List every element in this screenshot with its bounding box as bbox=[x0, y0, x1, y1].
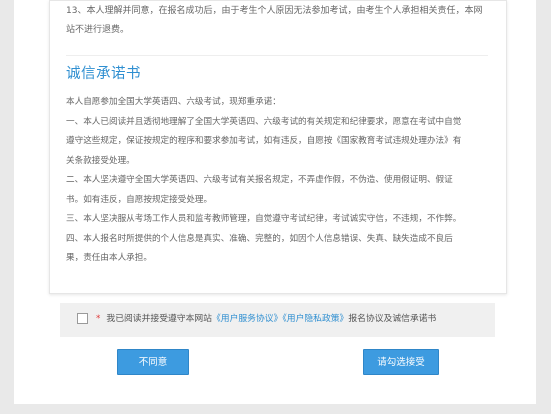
agree-prefix: 我已阅读并接受遵守本网站 bbox=[106, 314, 212, 324]
pledge-line: 三、本人坚决服从考场工作人员和监考教师管理，自觉遵守考试纪律，考试诚实守信，不违… bbox=[66, 214, 462, 225]
agree-label: * 我已阅读并接受遵守本网站《用户服务协议》《用户隐私政策》报名协议及诚信承诺书 bbox=[96, 313, 436, 325]
decline-button[interactable]: 不同意 bbox=[117, 349, 189, 375]
pledge-body: 本人自愿参加全国大学英语四、六级考试，现郑重承诺： 一、本人已阅读并且透彻地理解… bbox=[66, 93, 491, 269]
agreement-panel: 13、本人理解并同意，在报名成功后，由于考生个人原因无法参加考试，由考生个人承担… bbox=[49, 0, 507, 294]
pledge-line: 二、本人坚决遵守全国大学英语四、六级考试有关报名规定，不弄虚作假，不伪造、使用假… bbox=[66, 175, 453, 186]
pledge-line: 一、本人已阅读并且透彻地理解了全国大学英语四、六级考试的有关规定和纪律要求，愿意… bbox=[66, 116, 462, 127]
clause-13-text: 13、本人理解并同意，在报名成功后，由于考生个人原因无法参加考试，由考生个人承担… bbox=[66, 6, 483, 35]
pledge-line: 本人自愿参加全国大学英语四、六级考试，现郑重承诺： bbox=[66, 97, 281, 107]
agree-checkbox[interactable] bbox=[77, 313, 88, 324]
section-divider bbox=[66, 55, 488, 56]
agreement-bar: * 我已阅读并接受遵守本网站《用户服务协议》《用户隐私政策》报名协议及诚信承诺书 bbox=[60, 303, 495, 337]
pledge-line: 果，责任由本人承担。 bbox=[66, 253, 152, 264]
service-agreement-link[interactable]: 《用户服务协议》 bbox=[212, 314, 282, 324]
pledge-line: 四、本人报名时所提供的个人信息是真实、准确、完整的，如因个人信息错误、失真、缺失… bbox=[66, 233, 453, 244]
pledge-line: 书。如有违反，自愿按规定接受处理。 bbox=[66, 194, 213, 205]
pledge-line: 遵守这些规定，保证按规定的程序和要求参加考试，如有违反，自愿按《国家教育考试违规… bbox=[66, 136, 462, 147]
accept-button[interactable]: 请勾选接受 bbox=[363, 349, 439, 375]
privacy-policy-link[interactable]: 《用户隐私政策》 bbox=[282, 314, 348, 324]
pledge-line: 关条款接受处理。 bbox=[66, 155, 135, 166]
pledge-title: 诚信承诺书 bbox=[66, 66, 141, 82]
agree-suffix: 报名协议及诚信承诺书 bbox=[348, 314, 437, 324]
required-mark: * bbox=[96, 314, 101, 324]
